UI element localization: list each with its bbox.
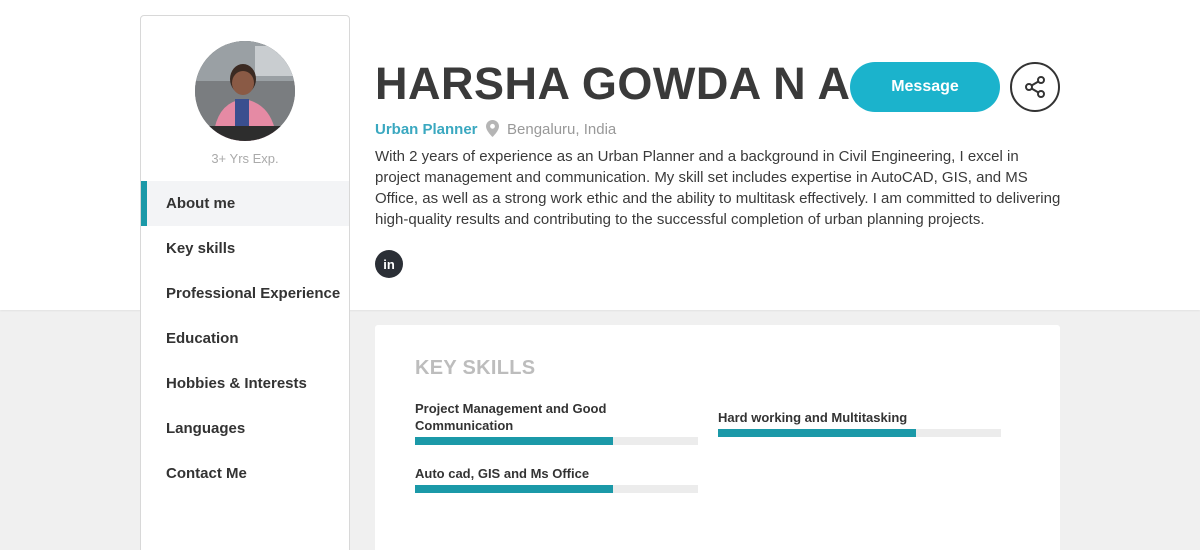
profile-name: HARSHA GOWDA N A <box>375 58 851 109</box>
sidebar-item-contact-me[interactable]: Contact Me <box>141 451 349 496</box>
profile-role: Urban Planner <box>375 121 478 138</box>
sidebar-item-hobbies-interests[interactable]: Hobbies & Interests <box>141 361 349 406</box>
skill-label: Project Management and Good Communicatio… <box>415 401 607 433</box>
skill-bar-fill <box>718 429 917 437</box>
linkedin-label: in <box>383 256 395 272</box>
linkedin-icon[interactable]: in <box>375 250 403 278</box>
skill-label: Auto cad, GIS and Ms Office <box>415 466 590 481</box>
sidebar-item-key-skills[interactable]: Key skills <box>141 226 349 271</box>
skill-item: Project Management and Good Communicatio… <box>415 400 698 445</box>
skill-bar-fill <box>415 437 614 445</box>
message-button[interactable]: Message <box>850 62 1000 112</box>
location-pin-icon <box>486 120 499 137</box>
profile-sidebar: 3+ Yrs Exp. About me Key skills Professi… <box>140 15 350 550</box>
key-skills-title: KEY SKILLS <box>415 357 536 379</box>
sidebar-item-languages[interactable]: Languages <box>141 406 349 451</box>
skill-label: Hard working and Multitasking <box>718 410 908 425</box>
skill-bar-track <box>415 437 698 445</box>
share-icon <box>1025 76 1045 98</box>
sidebar-nav: About me Key skills Professional Experie… <box>141 181 349 496</box>
skill-item: Auto cad, GIS and Ms Office <box>415 465 698 493</box>
skill-item: Hard working and Multitasking <box>718 409 1001 437</box>
sidebar-item-professional-experience[interactable]: Professional Experience <box>141 271 349 316</box>
share-button[interactable] <box>1010 62 1060 112</box>
avatar <box>195 41 295 141</box>
experience-text: 3+ Yrs Exp. <box>211 151 279 166</box>
skill-bar-track <box>415 485 698 493</box>
skill-bar-track <box>718 429 1001 437</box>
key-skills-card: KEY SKILLS Project Management and Good C… <box>375 325 1060 550</box>
profile-location: Bengaluru, India <box>507 121 617 138</box>
profile-bio: With 2 years of experience as an Urban P… <box>375 148 1061 228</box>
sidebar-item-education[interactable]: Education <box>141 316 349 361</box>
sidebar-item-about-me[interactable]: About me <box>141 181 349 226</box>
skill-bar-fill <box>415 485 614 493</box>
avatar-photo <box>195 41 295 141</box>
